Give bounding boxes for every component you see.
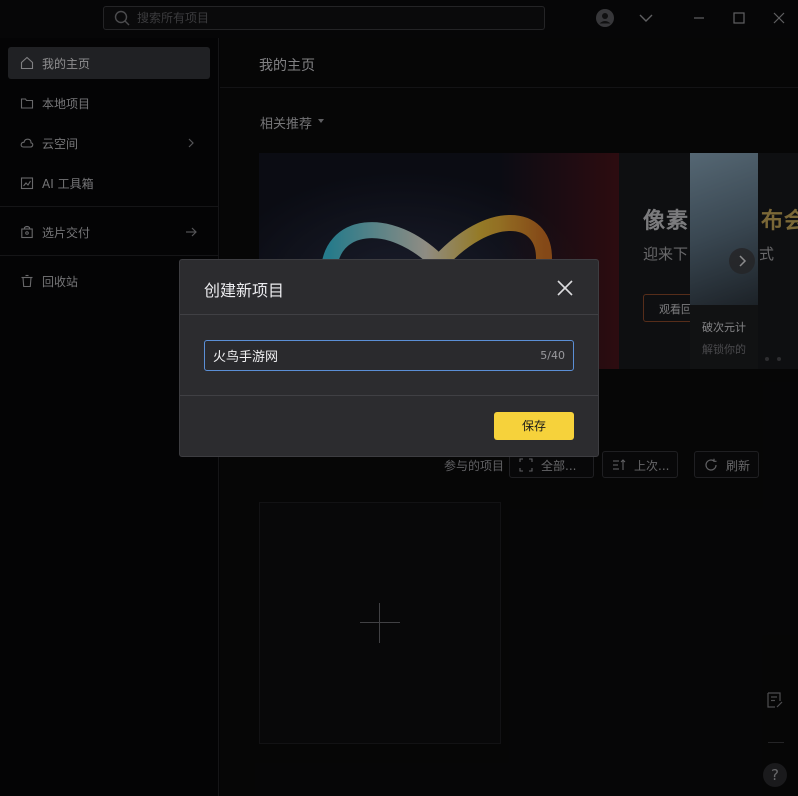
project-name-input[interactable] [213, 341, 523, 370]
dialog-divider [180, 314, 598, 315]
dialog-close-icon[interactable] [554, 277, 576, 299]
character-counter: 5/40 [540, 349, 565, 362]
dialog-title: 创建新项目 [204, 281, 285, 300]
project-name-field[interactable]: 5/40 [204, 340, 574, 371]
dialog-divider [180, 395, 598, 396]
create-project-dialog: 创建新项目 5/40 保存 [179, 259, 599, 457]
save-button[interactable]: 保存 [494, 412, 574, 440]
